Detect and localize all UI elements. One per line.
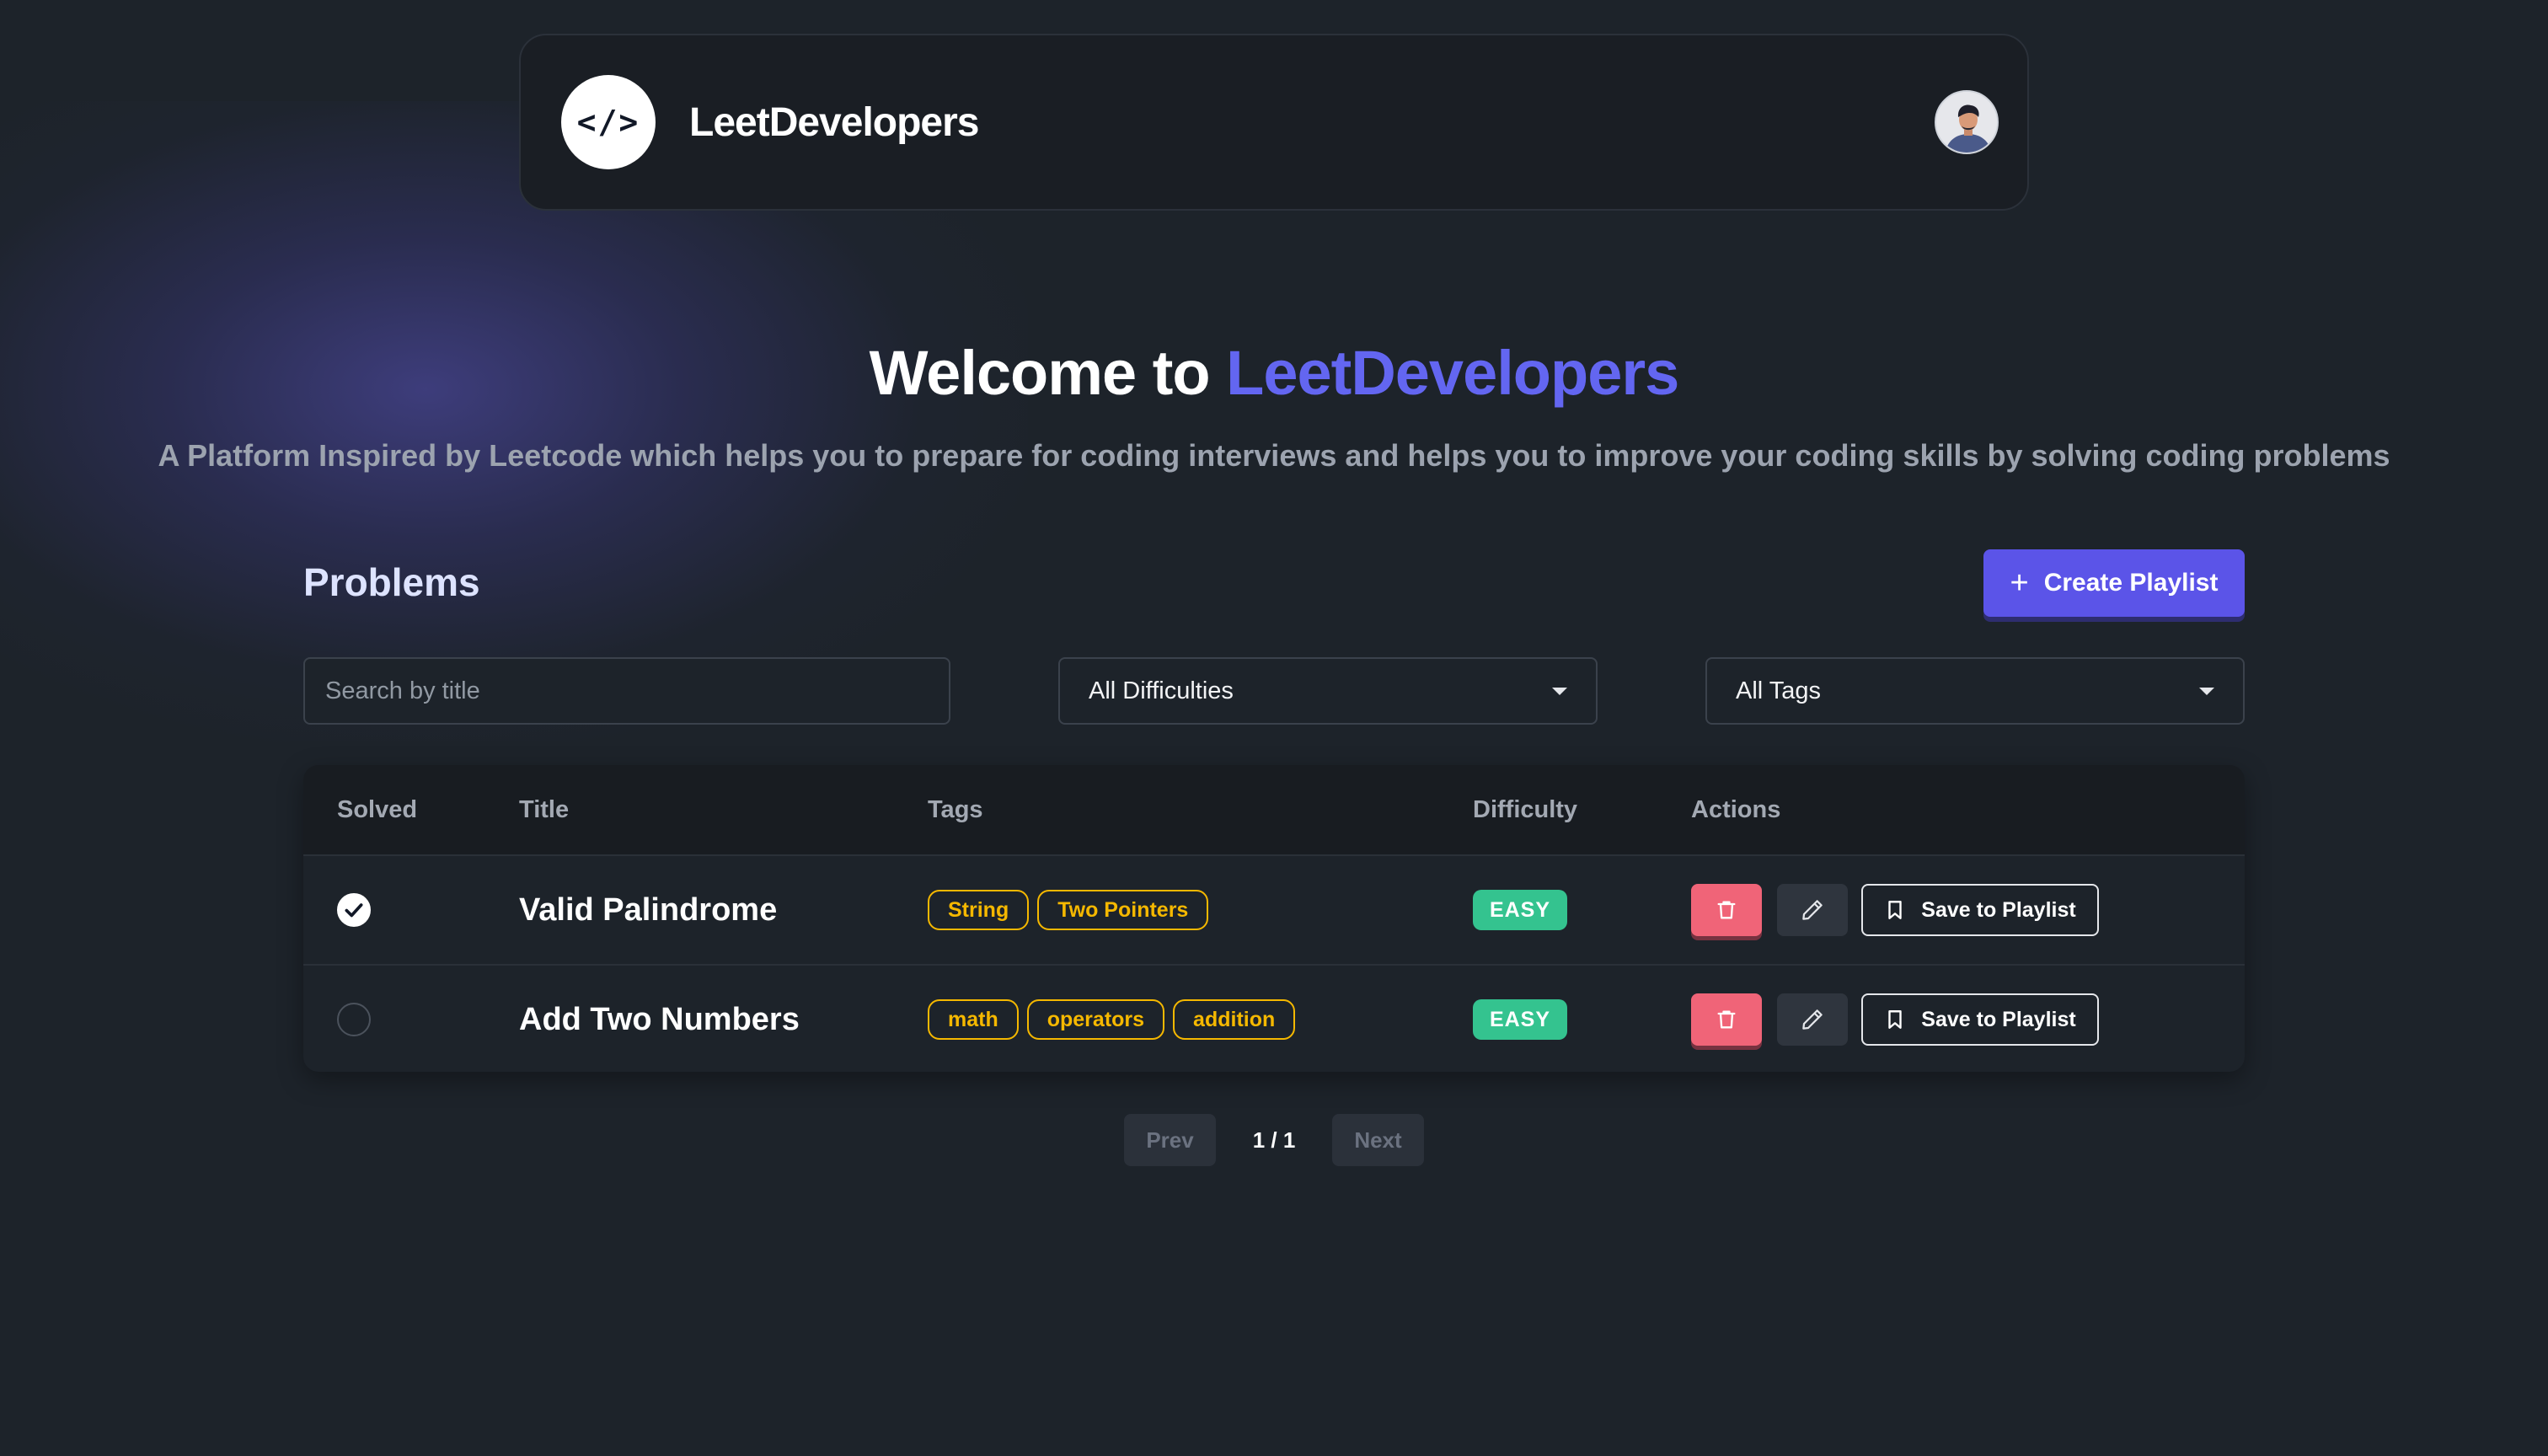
- tag-badge: Two Pointers: [1037, 890, 1209, 930]
- problems-table: Solved Title Tags Difficulty Actions Val…: [303, 765, 2245, 1072]
- difficulty-badge: EASY: [1473, 890, 1567, 930]
- pencil-icon: [1802, 1009, 1823, 1030]
- edit-button[interactable]: [1777, 993, 1848, 1046]
- trash-icon: [1717, 1010, 1736, 1029]
- pencil-icon: [1802, 900, 1823, 920]
- row-actions: Save to Playlist: [1691, 856, 2099, 964]
- create-playlist-button[interactable]: + Create Playlist: [1983, 549, 2245, 617]
- plus-icon: +: [2010, 565, 2029, 601]
- hero-subtitle: A Platform Inspired by Leetcode which he…: [158, 438, 2390, 473]
- bookmark-icon: [1888, 1010, 1902, 1029]
- search-input[interactable]: [303, 657, 950, 725]
- problem-title-link[interactable]: Add Two Numbers: [519, 966, 800, 1072]
- save-to-playlist-button[interactable]: Save to Playlist: [1861, 993, 2099, 1046]
- tag-badge: math: [928, 999, 1019, 1040]
- tag-badge: addition: [1173, 999, 1296, 1040]
- bookmark-icon: [1888, 901, 1902, 919]
- hero-title-accent: LeetDevelopers: [1226, 338, 1679, 408]
- hero-title: Welcome to LeetDevelopers: [0, 337, 2548, 409]
- avatar[interactable]: [1935, 90, 1999, 154]
- table-row: Valid Palindrome String Two Pointers EAS…: [303, 854, 2245, 964]
- logo[interactable]: </>: [561, 75, 656, 169]
- solved-checkbox[interactable]: [337, 1003, 371, 1036]
- tags-select-value: All Tags: [1736, 677, 1822, 704]
- hero-title-prefix: Welcome to: [869, 338, 1227, 408]
- delete-button[interactable]: [1691, 884, 1762, 936]
- difficulty-select[interactable]: All Difficulties: [1058, 657, 1598, 725]
- tag-badge: String: [928, 890, 1030, 930]
- logo-code-icon: </>: [576, 104, 640, 141]
- tag-badge: operators: [1026, 999, 1165, 1040]
- difficulty-select-value: All Difficulties: [1089, 677, 1234, 704]
- save-to-playlist-label: Save to Playlist: [1921, 1007, 2076, 1031]
- edit-button[interactable]: [1777, 884, 1848, 936]
- save-to-playlist-button[interactable]: Save to Playlist: [1861, 884, 2099, 936]
- row-actions: Save to Playlist: [1691, 966, 2099, 1072]
- table-row: Add Two Numbers math operators addition …: [303, 964, 2245, 1072]
- prev-page-button[interactable]: Prev: [1124, 1114, 1216, 1166]
- header-tags: Tags: [928, 796, 983, 823]
- tag-list: String Two Pointers: [928, 856, 1217, 964]
- problems-heading: Problems: [303, 560, 480, 604]
- caret-down-icon: [2199, 687, 2214, 695]
- brand-name[interactable]: LeetDevelopers: [689, 99, 979, 146]
- caret-down-icon: [1552, 687, 1567, 695]
- trash-icon: [1717, 901, 1736, 919]
- header-solved: Solved: [337, 796, 418, 823]
- pagination: Prev 1 / 1 Next: [0, 1114, 2548, 1166]
- table-header: Solved Title Tags Difficulty Actions: [303, 765, 2245, 854]
- solved-checkbox[interactable]: [337, 893, 371, 927]
- save-to-playlist-label: Save to Playlist: [1921, 897, 2076, 922]
- navbar: </> LeetDevelopers: [519, 34, 2029, 211]
- difficulty-badge: EASY: [1473, 999, 1567, 1040]
- header-title: Title: [519, 796, 570, 823]
- header-difficulty: Difficulty: [1473, 796, 1578, 823]
- header-actions: Actions: [1691, 796, 1781, 823]
- delete-button[interactable]: [1691, 993, 1762, 1046]
- tags-select[interactable]: All Tags: [1705, 657, 2245, 725]
- problem-title-link[interactable]: Valid Palindrome: [519, 856, 777, 964]
- tag-list: math operators addition: [928, 966, 1303, 1072]
- create-playlist-label: Create Playlist: [2043, 569, 2219, 597]
- user-avatar-icon: [1936, 92, 1997, 153]
- next-page-button[interactable]: Next: [1332, 1114, 1424, 1166]
- page-indicator: 1 / 1: [1252, 1127, 1296, 1153]
- check-icon: [345, 903, 363, 918]
